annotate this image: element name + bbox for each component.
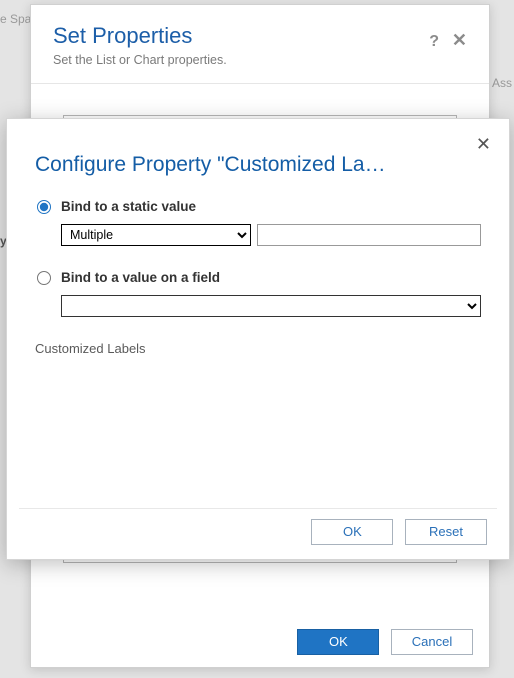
bind-field-radio[interactable]: [37, 271, 51, 285]
set-properties-footer: OK Cancel: [47, 619, 473, 655]
set-properties-title: Set Properties: [53, 23, 467, 49]
bind-static-option-row: Bind to a static value: [35, 199, 481, 214]
customized-labels-text: Customized Labels: [35, 341, 481, 356]
footer-separator: [19, 508, 497, 509]
set-properties-subtitle: Set the List or Chart properties.: [53, 53, 467, 67]
configure-property-dialog: ✕ Configure Property "Customized La… Bin…: [6, 118, 510, 560]
bind-static-radio[interactable]: [37, 200, 51, 214]
close-icon[interactable]: ✕: [476, 135, 491, 153]
set-properties-header: Set Properties Set the List or Chart pro…: [31, 5, 489, 84]
configure-property-title: Configure Property "Customized La…: [35, 153, 481, 177]
static-value-select[interactable]: Multiple: [61, 224, 251, 246]
bg-text-left-spa: e Spa: [0, 12, 31, 26]
bind-static-label: Bind to a static value: [61, 199, 196, 214]
bind-field-option-row: Bind to a value on a field: [35, 270, 481, 285]
ok-button[interactable]: OK: [297, 629, 379, 655]
reset-button[interactable]: Reset: [405, 519, 487, 545]
bind-field-fields: [61, 295, 481, 317]
field-value-select[interactable]: [61, 295, 481, 317]
bind-field-label: Bind to a value on a field: [61, 270, 220, 285]
configure-property-footer: OK Reset: [303, 519, 487, 545]
help-icon[interactable]: ?: [429, 33, 439, 51]
static-value-input[interactable]: [257, 224, 481, 246]
close-icon[interactable]: ✕: [452, 31, 467, 49]
cancel-button[interactable]: Cancel: [391, 629, 473, 655]
bg-text-assistant: Ass: [492, 76, 512, 90]
ok-button[interactable]: OK: [311, 519, 393, 545]
bind-static-fields: Multiple: [61, 224, 481, 246]
